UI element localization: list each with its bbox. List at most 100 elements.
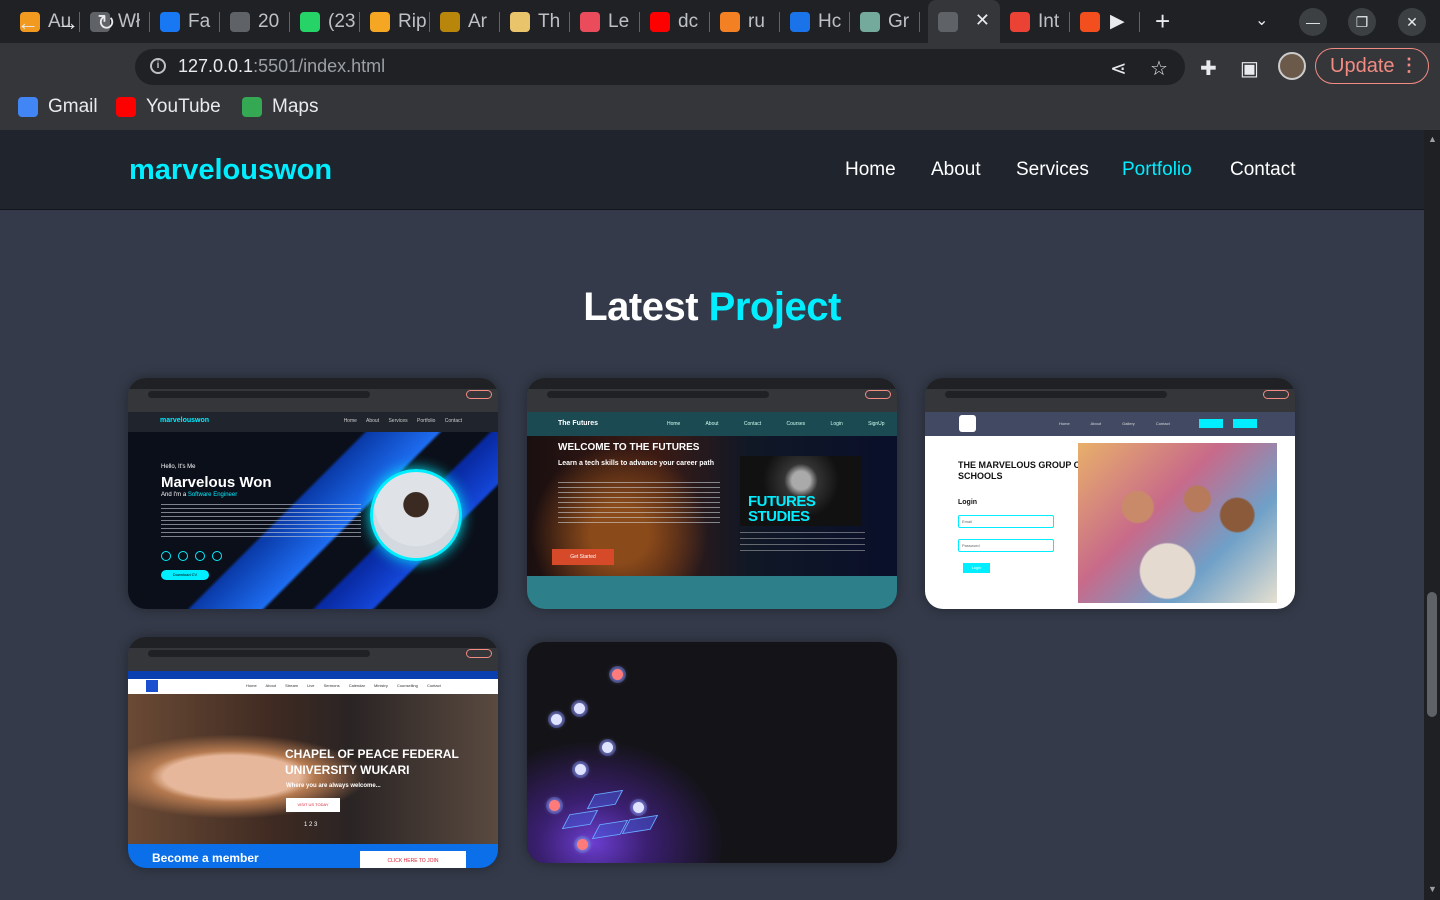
tab-title: ru bbox=[748, 10, 765, 32]
nav-link-services[interactable]: Services bbox=[1016, 159, 1089, 181]
bookmark-youtube[interactable]: YouTube bbox=[116, 96, 221, 118]
browser-tab[interactable]: Int bbox=[1000, 0, 1070, 43]
project-card-school[interactable]: Home About Gallery Contact THE MARVELOUS… bbox=[925, 378, 1295, 609]
close-tab-icon[interactable]: ✕ bbox=[975, 10, 990, 31]
whatsapp-icon bbox=[300, 11, 320, 32]
card-title: CHAPEL OF PEACE FEDERAL UNIVERSITY WUKAR… bbox=[285, 747, 459, 777]
tab-title: Int bbox=[1038, 10, 1060, 32]
spinner-icon bbox=[790, 11, 810, 32]
linkedin-icon bbox=[212, 551, 222, 561]
extensions-icon[interactable]: ✚ bbox=[1200, 56, 1217, 81]
forward-icon[interactable]: → bbox=[57, 10, 79, 36]
tab-title: Le bbox=[608, 10, 630, 32]
browser-tab[interactable]: ✕ bbox=[928, 0, 1000, 43]
card-browser-frame bbox=[527, 378, 897, 412]
network-node bbox=[612, 669, 623, 680]
bookmark-label: YouTube bbox=[146, 96, 221, 117]
nav-link-home[interactable]: Home bbox=[845, 159, 896, 181]
nav-link-about[interactable]: About bbox=[931, 159, 981, 181]
bookmark-star-icon[interactable]: ☆ bbox=[1150, 56, 1168, 81]
section-heading: Latest Project bbox=[0, 285, 1424, 330]
visit-us-button: VISIT US TODAY bbox=[286, 798, 340, 812]
browser-tab[interactable]: Ar bbox=[430, 0, 500, 43]
url-path: :5501/index.html bbox=[253, 56, 386, 76]
get-started-button: Get Started bbox=[552, 549, 614, 565]
section-band bbox=[527, 576, 897, 609]
scrollbar-thumb[interactable] bbox=[1427, 592, 1437, 717]
browser-tab[interactable]: 20 bbox=[220, 0, 290, 43]
tab-search-icon[interactable]: ⌄ bbox=[1255, 10, 1268, 30]
close-window-icon[interactable]: ✕ bbox=[1398, 8, 1426, 36]
school-logo bbox=[959, 415, 976, 432]
image-icon bbox=[510, 11, 530, 32]
card-name: Marvelous Won bbox=[161, 474, 272, 491]
nav-link-portfolio[interactable]: Portfolio bbox=[1122, 159, 1192, 181]
url-text[interactable]: 127.0.0.1:5501/index.html bbox=[178, 56, 385, 77]
youtube-icon bbox=[116, 97, 136, 117]
card-browser-frame bbox=[128, 378, 498, 412]
project-card-chapel[interactable]: Home About Stream Live Sermons Calendar … bbox=[128, 637, 498, 868]
site-info-icon[interactable]: i bbox=[150, 58, 166, 74]
nav-link-contact[interactable]: Contact bbox=[1230, 159, 1295, 181]
update-label: Update bbox=[1330, 54, 1395, 77]
network-node bbox=[549, 800, 560, 811]
tab-strip: Au Wł Fa 20 (23 Rip Ar Th Le dc ru Hc Gr ✕ Int ▶ bbox=[0, 0, 1440, 43]
restore-icon[interactable]: ❐ bbox=[1348, 8, 1376, 36]
facebook-icon bbox=[160, 11, 180, 32]
network-node bbox=[551, 714, 562, 725]
animal-icon bbox=[440, 11, 460, 32]
project-card-network[interactable] bbox=[527, 642, 897, 863]
minimize-icon[interactable]: — bbox=[1299, 8, 1327, 36]
browser-tab[interactable]: (23 bbox=[290, 0, 360, 43]
browser-tab[interactable]: dc bbox=[640, 0, 710, 43]
browser-tab[interactable]: Gr bbox=[850, 0, 920, 43]
media-play-icon[interactable]: ▶ bbox=[1100, 0, 1140, 43]
become-member-text: Become a member bbox=[152, 851, 259, 865]
tab-title: Fa bbox=[188, 10, 211, 32]
browser-tab[interactable]: Le bbox=[570, 0, 640, 43]
network-node bbox=[633, 802, 644, 813]
project-card-portfolio[interactable]: marvelouswon Home About Services Portfoli… bbox=[128, 378, 498, 609]
card-paragraph bbox=[161, 504, 361, 538]
card-brand: marvelouswon bbox=[160, 417, 210, 424]
card-nav-links: Home About Gallery Contact bbox=[1059, 421, 1170, 426]
reload-icon[interactable]: ↻ bbox=[97, 10, 115, 36]
share-icon[interactable]: ⋖ bbox=[1110, 56, 1127, 81]
scroll-up-icon[interactable]: ▲ bbox=[1428, 134, 1437, 144]
menu-dots-icon: ⋮ bbox=[1400, 55, 1418, 75]
card-nav-links: Home About Services Portfolio Contact bbox=[343, 418, 462, 424]
instagram-icon bbox=[195, 551, 205, 561]
card-browser-frame bbox=[925, 378, 1295, 412]
url-host: 127.0.0.1 bbox=[178, 56, 254, 76]
scroll-down-icon[interactable]: ▼ bbox=[1428, 884, 1437, 894]
chatgpt-icon bbox=[860, 11, 880, 32]
stackoverflow-icon bbox=[720, 11, 740, 32]
browser-tab[interactable]: Rip bbox=[360, 0, 430, 43]
bookmark-maps[interactable]: Maps bbox=[242, 96, 318, 118]
browser-tab[interactable]: ru bbox=[710, 0, 780, 43]
login-heading: Login bbox=[958, 499, 978, 506]
browser-tab[interactable]: Hc bbox=[780, 0, 850, 43]
new-tab-button[interactable]: + bbox=[1155, 6, 1170, 37]
email-field: Email bbox=[958, 515, 1054, 528]
project-card-futures[interactable]: The Futures Home About Contact Courses Lo… bbox=[527, 378, 897, 609]
replit-icon bbox=[370, 11, 390, 32]
page-scrollbar[interactable] bbox=[1424, 130, 1440, 900]
futures-logo-box: FUTURES STUDIES bbox=[740, 456, 862, 526]
web-page: marvelouswon Home About Services Portfolio C… bbox=[0, 130, 1424, 900]
chapel-logo bbox=[146, 680, 216, 692]
bookmark-gmail[interactable]: Gmail bbox=[18, 96, 98, 118]
side-panel-icon[interactable]: ▣ bbox=[1240, 56, 1259, 81]
browser-tab[interactable]: Fa bbox=[150, 0, 220, 43]
site-logo[interactable]: marvelouswon bbox=[129, 154, 332, 187]
profile-avatar[interactable] bbox=[1278, 52, 1306, 80]
tab-title: Hc bbox=[818, 10, 842, 32]
network-node bbox=[574, 703, 585, 714]
update-button[interactable]: Update ⋮ bbox=[1315, 48, 1429, 84]
futures-logo-text: FUTURES STUDIES bbox=[748, 493, 816, 525]
profile-photo bbox=[370, 469, 462, 561]
top-strip bbox=[128, 671, 498, 679]
nav-admission-button bbox=[1233, 419, 1257, 428]
back-icon[interactable]: ← bbox=[17, 10, 39, 36]
browser-tab[interactable]: Th bbox=[500, 0, 570, 43]
